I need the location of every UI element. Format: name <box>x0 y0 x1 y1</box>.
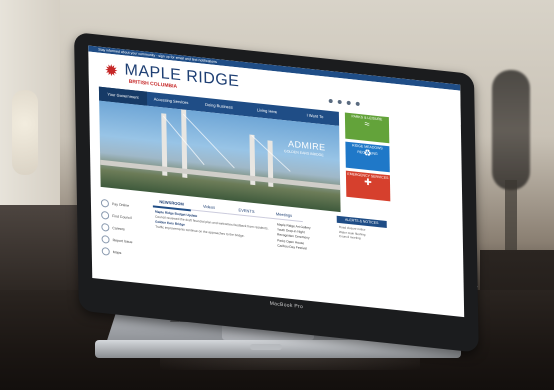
quick-link-label: Report Issue <box>112 238 133 245</box>
quick-link-label: Maps <box>112 250 122 256</box>
tab-events[interactable]: EVENTS <box>227 204 266 219</box>
background-guitar <box>492 70 530 190</box>
events-list: Maple Ridge Art Gallery Youth Drop-in Ni… <box>277 222 333 254</box>
link-icon <box>101 246 110 256</box>
link-icon <box>101 210 110 220</box>
quick-links: Pay Online Find Council Careers Report I… <box>100 197 148 262</box>
tile-parks-leisure[interactable]: PARKS & LEISURE ≈ <box>344 112 390 144</box>
macbook-label: MacBook Pro <box>269 300 304 311</box>
bridge-cable <box>182 113 235 169</box>
quick-link-label: Careers <box>112 226 125 232</box>
bridge-deck <box>100 159 341 191</box>
link-icon <box>101 222 110 232</box>
rss-icon[interactable] <box>355 101 360 107</box>
facebook-icon[interactable] <box>328 98 333 104</box>
quick-link-label: Pay Online <box>111 202 130 208</box>
social-links <box>328 98 360 107</box>
laptop-notch <box>250 344 282 350</box>
tile-emergency[interactable]: EMERGENCY SERVICES ✚ <box>345 170 391 202</box>
side-tiles: PARKS & LEISURE ≈ RIDGE MEADOWS RECYCLIN… <box>344 112 391 205</box>
link-icon <box>101 234 110 244</box>
quick-link-label: Find Council <box>112 214 132 221</box>
maple-leaf-icon: ✹ <box>104 62 119 81</box>
content-area: Pay Online Find Council Careers Report I… <box>100 191 402 311</box>
alerts-panel: ALERTS & NOTICES Road closure notice Wat… <box>336 215 387 246</box>
background-lamp <box>12 90 38 175</box>
youtube-icon[interactable] <box>346 100 351 106</box>
link-icon <box>100 198 109 208</box>
tab-meetings[interactable]: Meetings <box>265 208 303 223</box>
twitter-icon[interactable] <box>337 99 342 105</box>
site-title[interactable]: MAPLE RIDGE <box>124 61 239 91</box>
laptop-screen: Stay informed about your community - sig… <box>88 45 465 318</box>
laptop-lid: Stay informed about your community - sig… <box>74 32 479 353</box>
tile-recycling[interactable]: RIDGE MEADOWS RECYCLING ♻ <box>345 141 390 173</box>
tab-videos[interactable]: Videos <box>190 200 228 215</box>
